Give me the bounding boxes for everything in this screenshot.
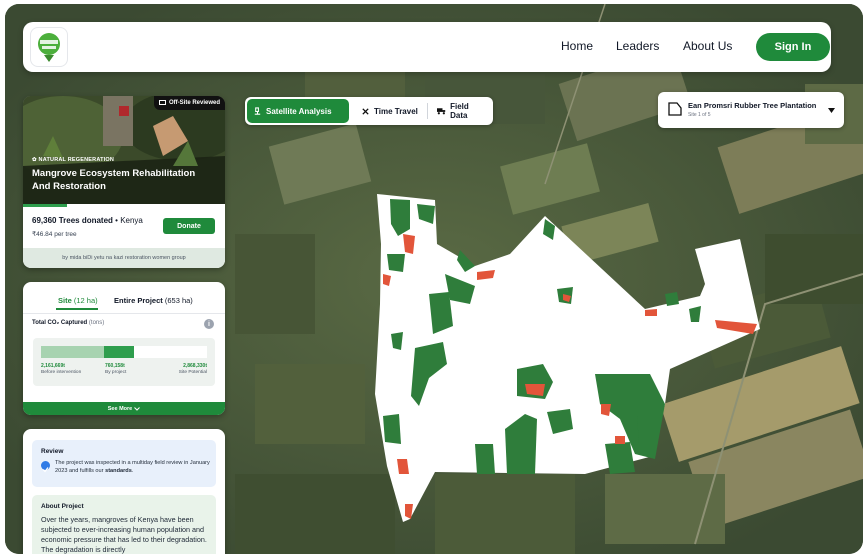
review-text: The project was inspected in a multiday …	[55, 459, 210, 475]
planet-logo-icon	[38, 33, 60, 62]
tab-satellite-label: Satellite Analysis	[266, 106, 332, 116]
active-tab-underline	[56, 308, 98, 310]
app-frame: Home Leaders About Us Sign In Satellite …	[5, 4, 863, 554]
nav-link-home[interactable]: Home	[561, 39, 593, 53]
tab-time-travel[interactable]: Time Travel	[355, 99, 425, 123]
microscope-icon	[254, 106, 261, 115]
project-value: 760,158t	[105, 363, 125, 369]
polygon-icon	[668, 102, 682, 116]
tab-entire-area: (653 ha)	[164, 296, 193, 305]
co2-unit: (tons)	[88, 320, 105, 326]
classification-text: NATURAL REGENERATION	[38, 157, 115, 163]
check-circle-icon	[41, 461, 50, 473]
site-count: Site 1 of 5	[688, 112, 711, 118]
co2-breakdown: 2,161,669t Before intervention 760,158t …	[33, 338, 215, 386]
tab-divider	[427, 103, 428, 119]
co2-bar-project	[104, 346, 134, 358]
sign-in-button[interactable]: Sign In	[756, 33, 830, 61]
chevron-down-icon	[134, 406, 141, 411]
tab-time-travel-label: Time Travel	[374, 106, 418, 116]
co2-card: Site (12 ha) Entire Project (653 ha) Tot…	[23, 282, 225, 415]
satellite-icon	[362, 107, 369, 115]
tab-site[interactable]: Site (12 ha)	[58, 296, 98, 305]
top-navbar: Home Leaders About Us Sign In	[23, 22, 831, 72]
co2-bar	[41, 346, 207, 358]
about-text: Over the years, mangroves of Kenya have …	[41, 515, 207, 554]
trees-donated: 69,360 Trees donated • Kenya	[32, 216, 143, 225]
see-more-label: See More	[107, 405, 133, 412]
trees-donated-count: 69,360 Trees donated	[32, 216, 113, 225]
review-text-end: .	[131, 468, 134, 474]
co2-bar-before	[41, 346, 105, 358]
project-country: Kenya	[120, 216, 143, 225]
tabs-divider	[23, 313, 225, 314]
review-box: Review The project was inspected in a mu…	[32, 440, 216, 487]
before-value: 2,161,669t	[41, 363, 65, 369]
logo[interactable]	[30, 27, 68, 67]
see-more-button[interactable]: See More	[23, 402, 225, 415]
site-selector[interactable]: Ean Promsri Rubber Tree Plantation Site …	[658, 92, 844, 128]
map-mode-tabs: Satellite Analysis Time Travel Field Dat…	[245, 97, 493, 125]
before-label: Before intervention	[41, 370, 82, 375]
potential-label: Site Potential	[178, 370, 207, 375]
project-card[interactable]: Off-Site Reviewed ✿ NATURAL REGENERATION…	[23, 96, 225, 268]
project-title: Mangrove Ecosystem Rehabilitation And Re…	[32, 168, 196, 192]
off-site-reviewed-badge: Off-Site Reviewed	[153, 96, 225, 110]
donate-button[interactable]: Donate	[163, 218, 215, 234]
review-title: Review	[41, 448, 64, 455]
site-name: Ean Promsri Rubber Tree Plantation	[688, 101, 817, 110]
tab-site-label: Site	[58, 296, 72, 305]
nav-link-about-us[interactable]: About Us	[683, 39, 732, 53]
about-box: About Project Over the years, mangroves …	[32, 495, 216, 554]
about-title: About Project	[41, 503, 84, 510]
info-icon[interactable]: i	[204, 319, 214, 329]
tab-satellite-analysis[interactable]: Satellite Analysis	[247, 99, 349, 123]
badge-label: Off-Site Reviewed	[168, 100, 220, 106]
tab-entire-label: Entire Project	[114, 296, 163, 305]
co2-heading-text: Total CO₂ Captured	[32, 320, 88, 326]
project-byline: by mida biDi yetu na kazi restoration wo…	[23, 248, 225, 268]
truck-icon	[437, 108, 446, 115]
monitor-icon	[158, 100, 166, 105]
project-details-card: Review The project was inspected in a mu…	[23, 429, 225, 554]
nav-link-leaders[interactable]: Leaders	[616, 39, 659, 53]
potential-value: 2,868,330t	[183, 363, 207, 369]
co2-heading: Total CO₂ Captured (tons)	[32, 320, 104, 326]
progress-accent	[23, 204, 67, 207]
chevron-down-icon	[828, 108, 835, 113]
standards-link[interactable]: standards	[105, 468, 132, 474]
price-per-tree: ₹46.84 per tree	[32, 231, 77, 238]
tab-field-data-label: Field Data	[450, 102, 469, 120]
classification-label: ✿ NATURAL REGENERATION	[32, 157, 114, 163]
tab-site-area: (12 ha)	[73, 296, 98, 305]
tab-field-data[interactable]: Field Data	[431, 99, 491, 123]
project-label: By project	[105, 370, 127, 375]
tab-entire-project[interactable]: Entire Project (653 ha)	[114, 296, 193, 305]
